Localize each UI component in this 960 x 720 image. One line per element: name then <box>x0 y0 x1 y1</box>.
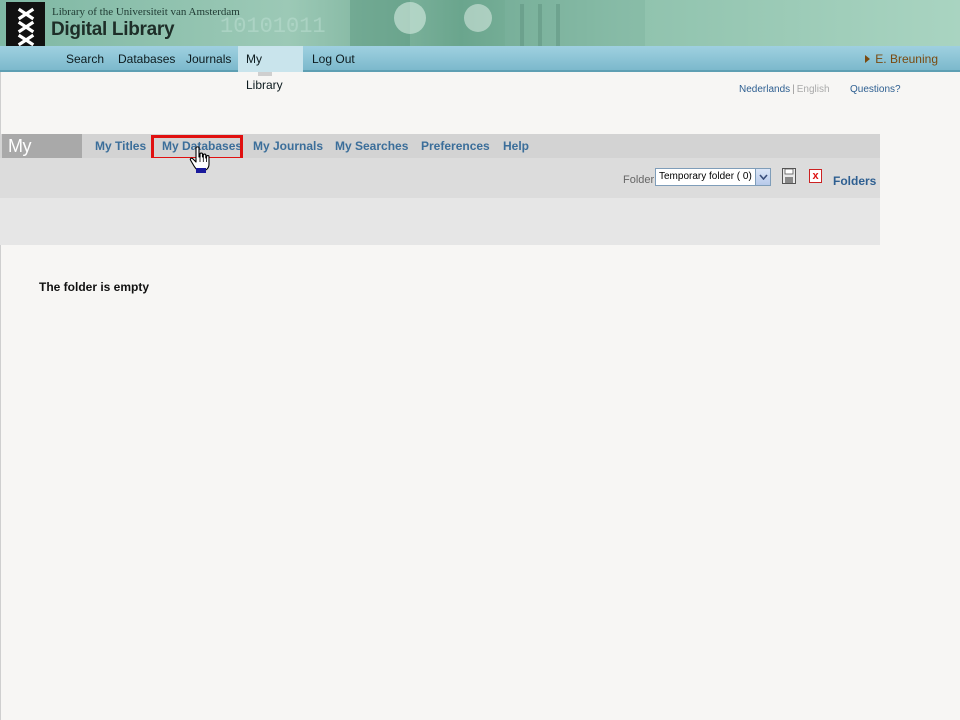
tab-my-titles[interactable]: My Titles <box>95 134 146 158</box>
delete-folder-icon[interactable]: x <box>809 169 822 183</box>
folders-link[interactable]: Folders <box>833 174 876 188</box>
active-tab-indicator <box>258 72 272 76</box>
user-account-link[interactable]: E. Breuning <box>865 46 938 72</box>
nav-databases[interactable]: Databases <box>110 46 183 72</box>
save-floppy-icon[interactable] <box>782 168 796 184</box>
language-separator: | <box>792 84 795 95</box>
site-header: 10101011 Library of the Universiteit van… <box>0 0 960 46</box>
nav-search[interactable]: Search <box>58 46 112 72</box>
tab-preferences[interactable]: Preferences <box>421 134 490 158</box>
institution-name: Library of the Universiteit van Amsterda… <box>52 6 240 18</box>
language-english: English <box>796 84 830 95</box>
language-dutch-link[interactable]: Nederlands <box>739 84 790 95</box>
tab-help[interactable]: Help <box>503 134 529 158</box>
tab-my-searches[interactable]: My Searches <box>335 134 408 158</box>
header-banner-decoration: 10101011 <box>220 0 645 46</box>
results-header-band <box>0 198 880 245</box>
folder-label: Folder: <box>623 174 658 186</box>
empty-folder-message: The folder is empty <box>39 280 150 294</box>
folder-toolbar: Folder: Temporary folder ( 0) x Folders <box>0 158 880 198</box>
site-title[interactable]: Digital Library <box>51 19 175 41</box>
nav-journals[interactable]: Journals <box>178 46 239 72</box>
nav-my-library[interactable]: My Library <box>238 46 303 92</box>
uva-crosses-logo-icon[interactable] <box>6 2 45 46</box>
folder-select-value: Temporary folder ( 0) <box>659 171 752 182</box>
language-switcher: Nederlands | English <box>739 84 830 95</box>
folder-select[interactable]: Temporary folder ( 0) <box>655 168 771 186</box>
nav-log-out[interactable]: Log Out <box>304 46 363 72</box>
my-library-tabbar: My Library My Titles My Databases My Jou… <box>0 134 880 180</box>
main-nav: Search Databases Journals My Library Log… <box>0 46 960 92</box>
user-name: E. Breuning <box>875 52 938 66</box>
tab-my-journals[interactable]: My Journals <box>253 134 323 158</box>
cursor-marker <box>196 168 206 173</box>
arrow-right-icon <box>865 55 871 63</box>
chevron-down-icon[interactable] <box>755 169 770 185</box>
my-library-title: My Library <box>2 134 82 180</box>
questions-link[interactable]: Questions? <box>850 84 901 95</box>
